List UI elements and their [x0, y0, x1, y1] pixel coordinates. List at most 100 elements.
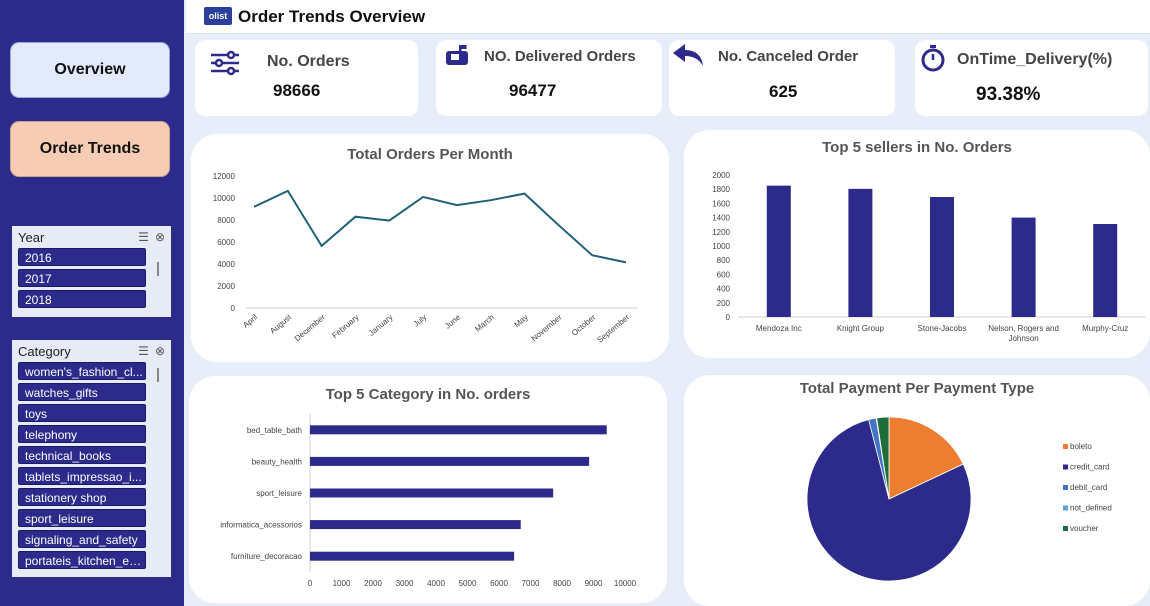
y-tick-label: informatica_acessorios — [220, 521, 302, 530]
category-bar — [310, 520, 521, 530]
top-sellers-card: Top 5 sellers in No. Orders 0 200 400 600 80… — [684, 130, 1150, 358]
legend-label: voucher — [1070, 524, 1099, 533]
kpi-delivered-label: NO. Delivered Orders — [484, 48, 636, 65]
category-chip[interactable]: watches_gifts — [18, 383, 146, 401]
clear-filter-icon[interactable]: ⊗ — [155, 344, 165, 358]
x-tick-label: Nelson, Rogers and — [988, 324, 1059, 333]
top-category-card: Top 5 Category in No. orders 0 1000 2000 30… — [189, 376, 667, 603]
y-tick-label: 10000 — [213, 194, 236, 203]
y-tick-label: 200 — [717, 299, 731, 308]
category-chip[interactable]: signaling_and_safety — [18, 530, 146, 548]
x-tick-label: January — [367, 313, 395, 338]
category-slicer: Category ☰ ⊗ women's_fashion_cl...watche… — [12, 340, 171, 577]
x-tick-label: 5000 — [459, 579, 477, 588]
legend-label: boleto — [1070, 442, 1092, 451]
kpi-ontime-card: OnTime_Delivery(%) 93.38% — [915, 40, 1148, 116]
category-chip[interactable]: stationery shop — [18, 488, 146, 506]
kpi-canceled-value: 625 — [769, 82, 798, 101]
seller-bar — [930, 197, 954, 317]
x-tick-label: May — [512, 313, 529, 330]
payment-type-chart: boleto credit_card debit_card not_definedvo… — [806, 416, 1112, 582]
multi-select-icon[interactable]: ☰ — [138, 344, 149, 358]
category-slicer-title: Category — [18, 343, 71, 359]
seller-bar — [766, 185, 791, 317]
page-title: Order Trends Overview — [238, 7, 426, 26]
x-tick-label: July — [412, 313, 429, 329]
sliders-icon — [211, 50, 239, 76]
x-tick-label: September — [596, 312, 632, 344]
y-tick-label: 1200 — [712, 228, 730, 237]
top-sellers-chart: 0 200 400 600 800 1000 1200 1400 1600 1800 2000 Men… — [712, 171, 1146, 343]
legend-swatch — [1063, 444, 1068, 449]
year-slicer: Year ☰ ⊗ 2016 2017 2018 — [12, 226, 171, 317]
sidebar: Overview Order Trends Year ☰ ⊗ 2016 2017 2… — [0, 0, 184, 606]
legend-swatch — [1063, 526, 1068, 531]
x-tick-label: April — [241, 313, 259, 330]
order-trends-button[interactable]: Order Trends — [10, 121, 170, 177]
category-chip[interactable]: portateis_kitchen_e_... — [18, 551, 146, 569]
legend-swatch — [1063, 505, 1068, 511]
orders-line-series — [253, 189, 627, 264]
orders-per-month-card: Total Orders Per Month 0 2000 4000 6000 8000… — [191, 134, 669, 362]
x-tick-label: March — [473, 313, 496, 334]
top-category-chart: 0 1000 2000 3000 4000 5000 6000 7000 8000 9000 100… — [220, 414, 637, 588]
overview-button[interactable]: Overview — [10, 42, 170, 98]
x-tick-label: 2000 — [364, 579, 382, 588]
kpi-delivered-card: NO. Delivered Orders 96477 — [436, 40, 662, 116]
x-tick-label-line2: Johnson — [1008, 334, 1038, 343]
x-tick-label: December — [293, 312, 327, 343]
category-bar — [310, 456, 590, 466]
x-tick-label: February — [330, 313, 360, 340]
seller-bar — [848, 188, 873, 317]
x-tick-label: June — [443, 312, 462, 330]
y-tick-label: 6000 — [217, 238, 235, 247]
y-tick-label: 2000 — [712, 171, 730, 180]
kpi-delivered-value: 96477 — [509, 81, 557, 100]
category-chip[interactable]: women's_fashion_cl... — [18, 362, 146, 380]
y-tick-label: 8000 — [217, 216, 235, 225]
y-tick-label: sport_leisure — [256, 489, 302, 498]
legend-label: not_defined — [1070, 504, 1112, 513]
x-tick-label: Mendoza Inc — [756, 324, 802, 333]
olist-logo: olist — [204, 7, 232, 25]
y-tick-label: 1400 — [712, 214, 730, 223]
clear-filter-icon[interactable]: ⊗ — [155, 230, 165, 244]
mailbox-icon — [446, 45, 468, 65]
category-chip[interactable]: toys — [18, 404, 146, 422]
category-chip[interactable]: telephony — [18, 425, 146, 443]
x-tick-label: Murphy-Cruz — [1082, 324, 1128, 333]
kpi-orders-label: No. Orders — [267, 53, 350, 70]
category-chip[interactable]: tablets_impressao_i... — [18, 467, 146, 485]
year-chip[interactable]: 2017 — [18, 269, 146, 287]
y-tick-label: 1800 — [712, 185, 730, 194]
legend-label: credit_card — [1070, 463, 1110, 472]
year-scrollbar[interactable] — [157, 262, 159, 276]
x-tick-label: August — [268, 312, 293, 335]
x-tick-label: 1000 — [333, 579, 351, 588]
x-tick-label: Knight Group — [837, 324, 885, 333]
x-tick-label: 8000 — [553, 579, 571, 588]
legend-label: debit_card — [1070, 483, 1107, 492]
x-tick-label: October — [570, 312, 598, 337]
kpi-orders-value: 98666 — [273, 81, 321, 100]
kpi-ontime-value: 93.38% — [976, 84, 1041, 105]
category-chip[interactable]: sport_leisure — [18, 509, 146, 527]
x-tick-label: 4000 — [427, 579, 445, 588]
category-scrollbar[interactable] — [157, 368, 159, 382]
x-tick-label: November — [530, 312, 564, 343]
y-tick-label: 4000 — [217, 260, 235, 269]
x-tick-label: 3000 — [396, 579, 414, 588]
x-tick-label: 9000 — [585, 579, 603, 588]
kpi-canceled-label: No. Canceled Order — [718, 48, 859, 65]
category-chip[interactable]: technical_books — [18, 446, 146, 464]
seller-bar — [1093, 223, 1118, 317]
x-tick-label: 7000 — [522, 579, 540, 588]
category-bar — [310, 488, 554, 498]
multi-select-icon[interactable]: ☰ — [138, 230, 149, 244]
x-tick-label: 6000 — [490, 579, 508, 588]
year-chip[interactable]: 2016 — [18, 248, 146, 266]
y-tick-label: 0 — [231, 304, 236, 313]
y-tick-label: bed_table_bath — [247, 426, 302, 435]
year-slicer-title: Year — [18, 229, 45, 245]
year-chip[interactable]: 2018 — [18, 290, 146, 308]
